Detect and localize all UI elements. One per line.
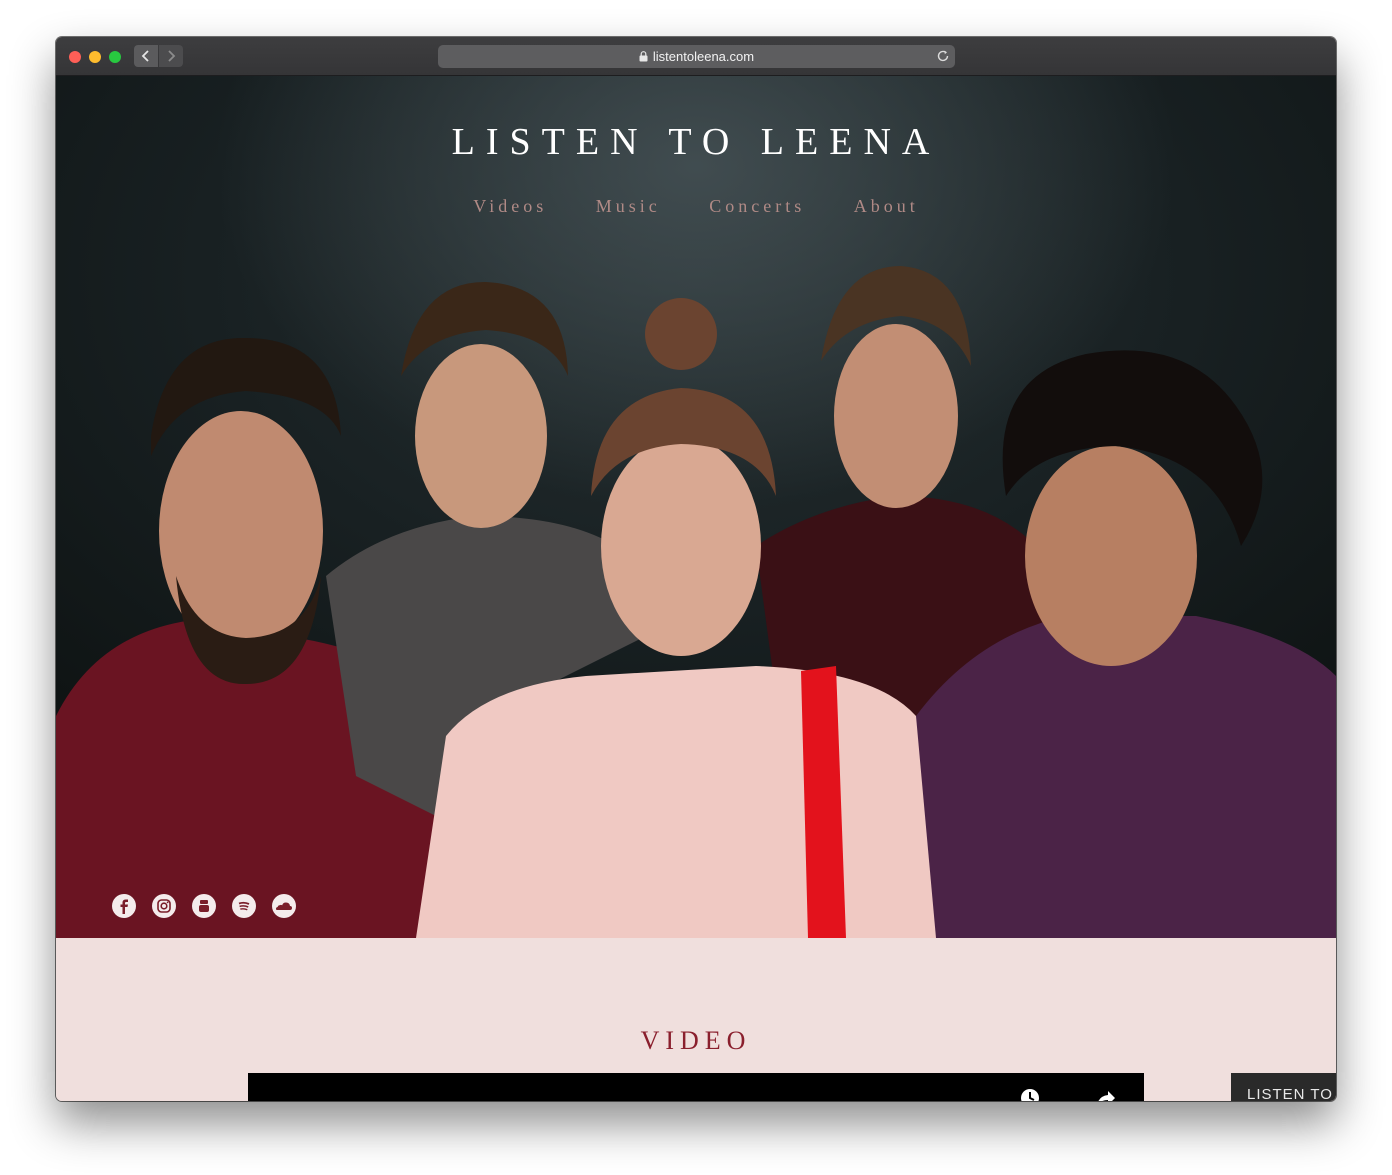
browser-window: listentoleena.com LISTEN TO LEENA Videos… [56, 37, 1336, 1101]
site-title[interactable]: LISTEN TO LEENA [56, 120, 1336, 164]
video-player[interactable] [248, 1073, 1144, 1101]
soundcloud-icon[interactable] [272, 894, 296, 918]
zoom-window-button[interactable] [109, 51, 121, 63]
nav-concerts[interactable]: Concerts [709, 196, 805, 217]
main-nav: Videos Music Concerts About [56, 196, 1336, 217]
close-window-button[interactable] [69, 51, 81, 63]
nav-videos[interactable]: Videos [473, 196, 547, 217]
youtube-icon[interactable] [192, 894, 216, 918]
back-button[interactable] [134, 45, 158, 67]
section-heading: VIDEO [640, 1026, 752, 1055]
nav-music[interactable]: Music [596, 196, 661, 217]
forward-button[interactable] [159, 45, 183, 67]
hero-banner: LISTEN TO LEENA Videos Music Concerts Ab… [56, 76, 1336, 938]
lock-icon [639, 51, 648, 62]
instagram-icon[interactable] [152, 894, 176, 918]
chevron-right-icon [168, 50, 176, 62]
address-bar[interactable]: listentoleena.com [438, 45, 955, 68]
social-links [112, 894, 296, 918]
video-thumbnail[interactable]: LISTEN TO [1231, 1073, 1336, 1101]
minimize-window-button[interactable] [89, 51, 101, 63]
browser-toolbar: listentoleena.com [56, 37, 1336, 76]
spotify-icon[interactable] [232, 894, 256, 918]
thumbnail-title: LISTEN TO [1247, 1086, 1333, 1101]
share-icon[interactable] [1096, 1089, 1116, 1101]
url-text: listentoleena.com [652, 49, 755, 64]
reload-icon[interactable] [936, 49, 950, 66]
chevron-left-icon [141, 50, 149, 62]
facebook-icon[interactable] [112, 894, 136, 918]
watch-later-icon[interactable] [1020, 1088, 1040, 1101]
nav-about[interactable]: About [854, 196, 919, 217]
video-section: VIDEO LISTEN TO [56, 938, 1336, 1101]
